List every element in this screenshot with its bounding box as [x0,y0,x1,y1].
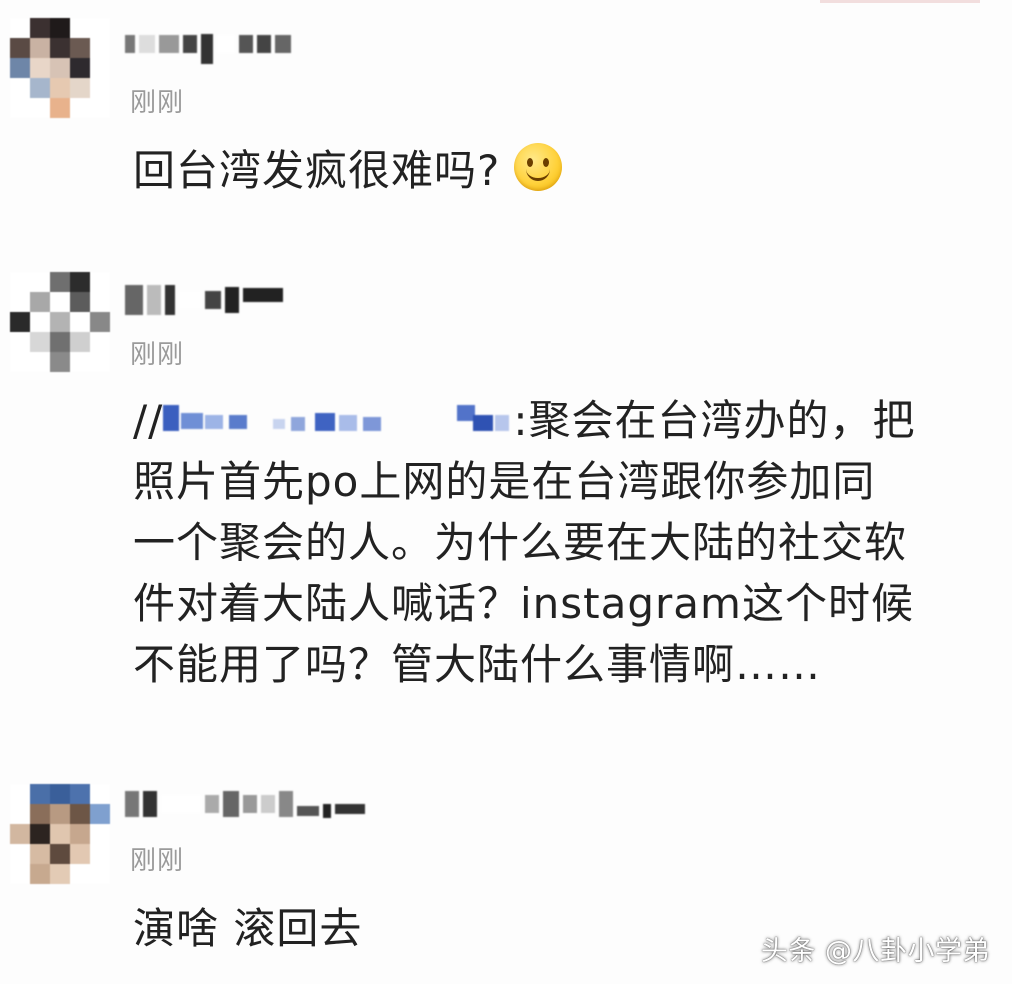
comment-text: 演啥 滚回去 [133,904,363,953]
comment-line-5: 不能用了吗？管大陆什么事情啊…… [133,640,822,689]
comment-1: 刚刚 回台湾发疯很难吗? [0,0,1012,230]
username-redacted[interactable] [125,24,291,64]
username-redacted[interactable] [125,784,365,824]
mention-username-redacted[interactable] [163,399,513,439]
comment-line-1: // :聚会在台湾办的，把 [133,390,983,451]
avatar[interactable] [10,784,110,884]
comment-time: 刚刚 [130,340,185,370]
comment-time: 刚刚 [130,846,185,876]
comment-2: 刚刚 // :聚会在台湾办的，把 照片首先po上网的是在台湾跟你参加同 一个聚会… [0,262,1012,732]
smiley-face-icon [514,143,563,191]
comment-line-1-rest: :聚会在台湾办的，把 [513,396,916,445]
username-redacted[interactable] [125,280,283,320]
comment-text: // :聚会在台湾办的，把 照片首先po上网的是在台湾跟你参加同 一个聚会的人。… [133,390,983,695]
comment-thread: 刚刚 回台湾发疯很难吗? 刚刚 //:聚会在台湾办的，把 照片首先po上网的是… [0,0,1012,984]
comment-line-4: 件对着大陆人喊话？instagram这个时候 [133,579,914,628]
mention-prefix: // [133,396,164,445]
comment-time: 刚刚 [130,88,185,118]
watermark: 头条 @八卦小学弟 [760,936,990,967]
avatar[interactable] [10,18,110,118]
avatar[interactable] [10,272,110,372]
comment-line-3: 一个聚会的人。为什么要在大陆的社交软 [133,518,908,567]
comment-text: 回台湾发疯很难吗? [133,140,563,201]
comment-text-content: 回台湾发疯很难吗? [133,146,501,195]
comment-line-2: 照片首先po上网的是在台湾跟你参加同 [133,457,876,506]
